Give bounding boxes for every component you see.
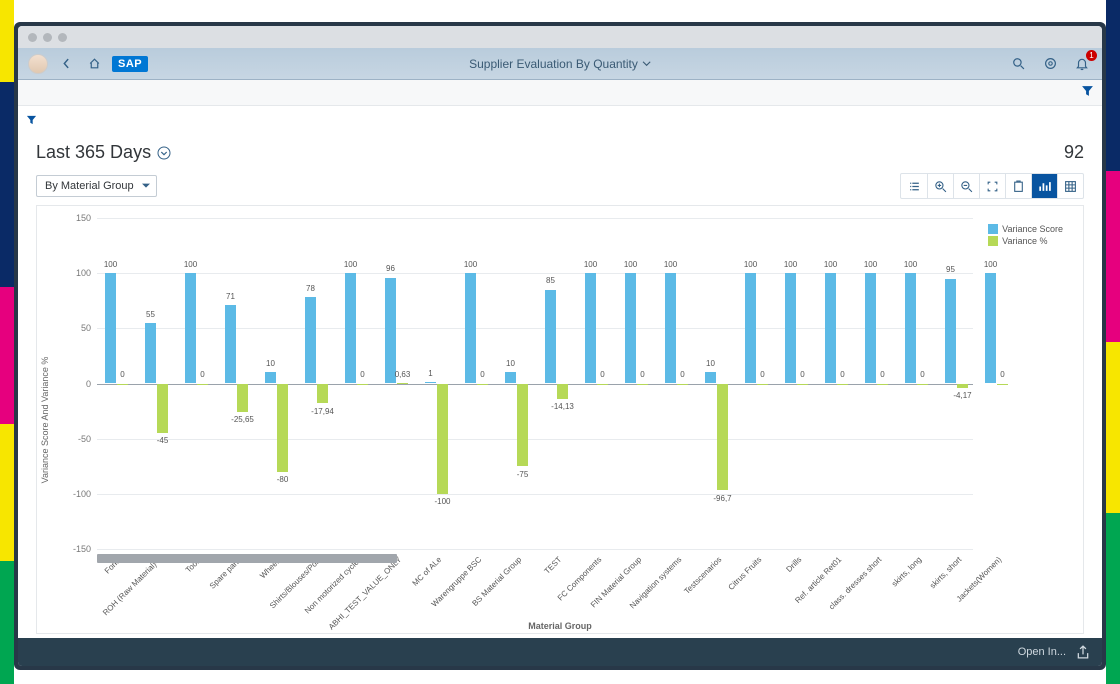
chart-scrollbar[interactable] [97, 554, 397, 563]
open-in-button[interactable]: Open In... [1018, 646, 1066, 658]
bar-group[interactable]: 1000FC Components [577, 218, 617, 549]
bar-group[interactable]: 10-75BS Material Group [497, 218, 537, 549]
bar-group[interactable]: 1000FIN Material Group [617, 218, 657, 549]
bar-group[interactable]: 85-14,13TEST [537, 218, 577, 549]
bar-group[interactable]: 1000Non motorized cycles [337, 218, 377, 549]
notification-badge: 1 [1086, 50, 1097, 61]
bar-group[interactable]: 1000Citrus Fruits [737, 218, 777, 549]
share-icon[interactable] [1076, 645, 1090, 659]
table-icon [1064, 180, 1077, 193]
chevron-down-icon [642, 59, 651, 68]
search-icon [1012, 57, 1025, 70]
window-close-icon[interactable] [28, 33, 37, 42]
copilot-button[interactable] [1040, 54, 1060, 74]
notifications-button[interactable]: 1 [1072, 54, 1092, 74]
page-title: Last 365 Days [36, 142, 171, 163]
x-axis-label: Material Group [528, 621, 592, 631]
shell-header: SAP Supplier Evaluation By Quantity 1 [18, 48, 1102, 80]
y-axis-label: Variance Score And Variance % [40, 356, 50, 483]
fullscreen-icon [986, 180, 999, 193]
sap-logo: SAP [112, 56, 148, 72]
bar-group[interactable]: 10-96,7Testscenarios [697, 218, 737, 549]
zoom-out-button[interactable] [953, 174, 979, 198]
back-button[interactable] [56, 54, 76, 74]
chart-area: Variance Score And Variance % Material G… [18, 205, 1102, 638]
list-icon [908, 180, 921, 193]
bar-group[interactable]: 71-25,65Spare parts [217, 218, 257, 549]
bar-group[interactable]: 55-45ROH (Raw Material)-1 [137, 218, 177, 549]
app-window: SAP Supplier Evaluation By Quantity 1 [18, 26, 1102, 666]
bar-group[interactable]: 1000Ref. article Ret01 [817, 218, 857, 549]
page-title-text: Last 365 Days [36, 142, 151, 163]
bar-group[interactable]: 1000Forks [97, 218, 137, 549]
chart-container: Variance Score And Variance % Material G… [36, 205, 1084, 634]
zoom-in-button[interactable] [927, 174, 953, 198]
zoom-in-icon [934, 180, 947, 193]
bar-group[interactable]: 78-17,94Shirts/Blouses/Polo [297, 218, 337, 549]
local-filter[interactable] [18, 106, 1102, 132]
global-filter-bar [18, 80, 1102, 106]
bar-group[interactable]: 1-100MC of ALe [417, 218, 457, 549]
jump-to-button[interactable] [1005, 174, 1031, 198]
filter-icon [26, 114, 37, 125]
chart-tool-icons [900, 173, 1084, 199]
shell-actions: 1 [1008, 54, 1092, 74]
copilot-icon [1044, 57, 1057, 70]
bar-group[interactable]: 1000Jackets(Women) [977, 218, 1017, 549]
search-button[interactable] [1008, 54, 1028, 74]
home-button[interactable] [84, 54, 104, 74]
fullscreen-button[interactable] [979, 174, 1005, 198]
bar-group[interactable]: 1000Warengruppe BSC [457, 218, 497, 549]
bar-group[interactable]: 1000skirts, long [897, 218, 937, 549]
bar-group[interactable]: 95-4,17skirts, short [937, 218, 977, 549]
window-minimize-icon[interactable] [43, 33, 52, 42]
app-frame: SAP Supplier Evaluation By Quantity 1 [14, 22, 1106, 670]
window-zoom-icon[interactable] [58, 33, 67, 42]
avatar[interactable] [28, 54, 48, 74]
footer: Open In... [18, 638, 1102, 666]
bar-group[interactable]: 1000Tools [177, 218, 217, 549]
dimension-select[interactable]: By Material Group [36, 175, 157, 197]
chart-view-button[interactable] [1031, 174, 1057, 198]
bar-group[interactable]: 10-80Wheels [257, 218, 297, 549]
kpi-value: 92 [1064, 142, 1084, 163]
filter-button[interactable] [1081, 84, 1094, 102]
bar-group[interactable]: 1000Navigation systems [657, 218, 697, 549]
bar-group[interactable]: 1000class. dresses short [857, 218, 897, 549]
page-header: Last 365 Days 92 [18, 132, 1102, 169]
legend-toggle-button[interactable] [901, 174, 927, 198]
chart-toolbar: By Material Group [18, 169, 1102, 205]
bar-group[interactable]: 1000Drills [777, 218, 817, 549]
shell-title-text: Supplier Evaluation By Quantity [469, 57, 638, 71]
dropdown-circle-icon[interactable] [157, 146, 171, 160]
zoom-out-icon [960, 180, 973, 193]
filter-icon [1081, 84, 1094, 97]
table-view-button[interactable] [1057, 174, 1083, 198]
home-icon [88, 57, 101, 70]
chevron-left-icon [61, 58, 72, 69]
bar-chart-icon [1038, 180, 1051, 193]
paste-icon [1012, 180, 1025, 193]
chart-plot[interactable]: -150-100-500501001501000Forks55-45ROH (R… [97, 218, 973, 549]
window-titlebar [18, 26, 1102, 48]
bar-group[interactable]: 960,63ABHI_TEST_VALUE_ONLY [377, 218, 417, 549]
shell-title[interactable]: Supplier Evaluation By Quantity [469, 57, 651, 71]
